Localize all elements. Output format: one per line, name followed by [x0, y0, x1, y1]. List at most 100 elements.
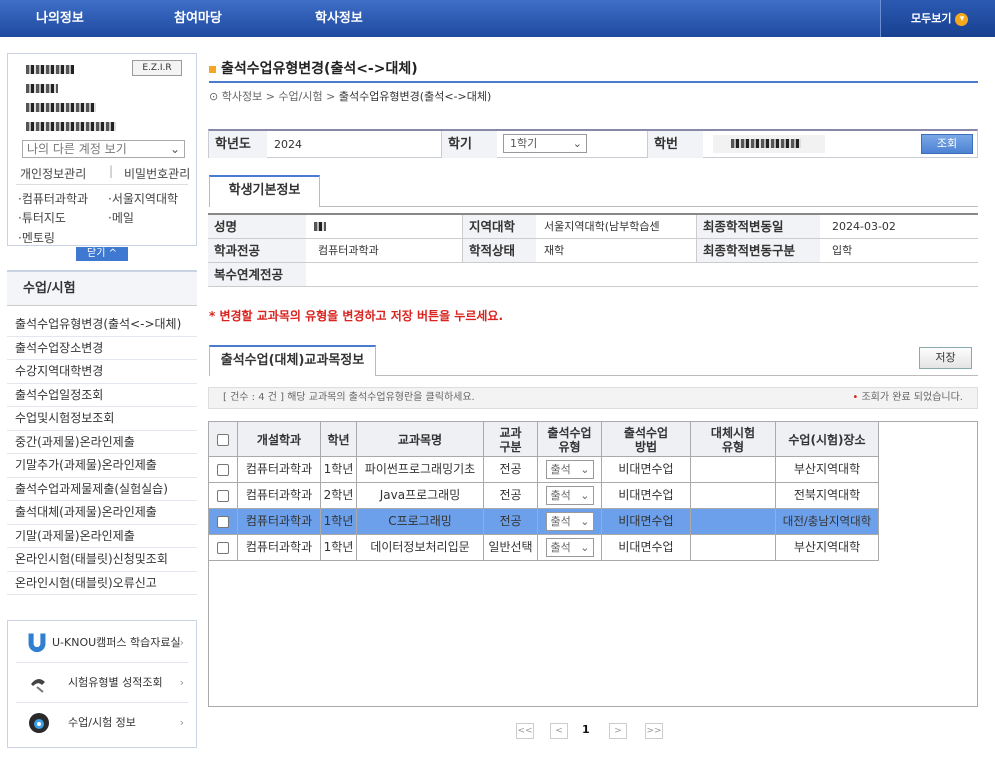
cell-place: 부산지역대학: [776, 457, 879, 482]
region-link[interactable]: ·서울지역대학: [108, 190, 178, 207]
cell-method: 비대면수업: [602, 535, 691, 560]
term-label: 학기: [441, 131, 497, 158]
tab-baseline: [320, 206, 978, 207]
crumb-sep: >: [326, 90, 336, 103]
last-change-type-label: 최종학적변동구분: [696, 239, 820, 262]
chevron-right-icon: ›: [179, 636, 184, 649]
row-checkbox[interactable]: [217, 489, 229, 502]
mail-link[interactable]: ·메일: [108, 209, 134, 226]
col-type: 출석수업 유형: [538, 422, 602, 457]
close-profile-button[interactable]: 닫기 ^: [76, 247, 128, 261]
quick-link-knou[interactable]: U-KNOU캠퍼스 학습자료실 ›: [16, 623, 188, 663]
info-row: 복수연계전공: [208, 263, 978, 287]
title-underline: [209, 81, 978, 83]
row-checkbox-cell: [209, 509, 238, 534]
cell-grade: 1학년: [321, 457, 357, 482]
mentoring-link[interactable]: ·멘토링: [18, 229, 55, 246]
pager-prev[interactable]: <: [550, 723, 568, 739]
name-value-blurred: [314, 215, 444, 238]
col-category: 교과 구분: [484, 422, 538, 457]
notice-text: * 변경할 교과목의 유형을 변경하고 저장 버튼을 누르세요.: [209, 309, 504, 323]
sidebar-item[interactable]: 수강지역대학변경: [7, 360, 197, 384]
sidebar-item[interactable]: 출석대체(과제물)온라인제출: [7, 501, 197, 525]
tab-student-info[interactable]: 학생기본정보: [209, 175, 320, 207]
col-method: 출석수업 방법: [602, 422, 691, 457]
type-select[interactable]: 출석 ⌄: [545, 460, 594, 479]
table-row[interactable]: 컴퓨터과학과 1학년 파이썬프로그래밍기초 전공 출석 ⌄ 비대면수업 부산지역대…: [209, 457, 879, 483]
password-link[interactable]: 비밀번호관리: [124, 165, 190, 182]
major-value: 컴퓨터과학과: [318, 244, 379, 257]
cell-type: 출석 ⌄: [538, 457, 602, 482]
quick-link-label: U-KNOU캠퍼스 학습자료실: [52, 636, 181, 649]
quick-link-grades[interactable]: 시험유형별 성적조회 ›: [16, 663, 188, 703]
cell-grade: 2학년: [321, 483, 357, 508]
cell-dept: 컴퓨터과학과: [238, 535, 321, 560]
sidebar-item[interactable]: 기말추가(과제물)온라인제출: [7, 454, 197, 478]
table-row-selected[interactable]: 컴퓨터과학과 1학년 C프로그래밍 전공 출석 ⌄ 비대면수업 대전/충남지역대학: [209, 509, 879, 535]
sidebar-item[interactable]: 수업및시험정보조회: [7, 407, 197, 431]
row-checkbox[interactable]: [217, 515, 229, 528]
nav-participation[interactable]: 참여마당: [174, 0, 222, 37]
search-button[interactable]: 조회: [921, 134, 973, 154]
pager-current[interactable]: 1: [582, 723, 590, 736]
row-checkbox[interactable]: [217, 541, 229, 554]
table-row[interactable]: 컴퓨터과학과 1학년 데이터정보처리입문 일반선택 출석 ⌄ 비대면수업 부산지역…: [209, 535, 879, 561]
pager-next[interactable]: >: [609, 723, 627, 739]
save-button[interactable]: 저장: [919, 347, 972, 369]
cell-category: 일반선택: [484, 535, 538, 560]
status-label: 학적상태: [462, 239, 536, 262]
sidebar-item[interactable]: 출석수업일정조회: [7, 384, 197, 407]
cell-course: 파이썬프로그래밍기초: [357, 457, 484, 482]
row-checkbox-cell: [209, 457, 238, 482]
chevron-down-icon: ⌄: [580, 463, 590, 476]
sidebar-item[interactable]: 출석수업과제물제출(실험실습): [7, 478, 197, 501]
row-checkbox-cell: [209, 535, 238, 560]
other-account-label: 나의 다른 계정 보기: [27, 142, 127, 156]
profile-line-blurred: [26, 121, 116, 134]
col-dept: 개설학과: [238, 422, 321, 457]
home-icon: ⊙: [209, 90, 222, 103]
crumb-home[interactable]: 학사정보: [222, 90, 262, 103]
view-all-button[interactable]: 모두보기 ▾: [880, 0, 995, 37]
search-form: 학년도 2024 학기 1학기 ⌄ 학번 조회: [208, 129, 978, 158]
sidebar-item[interactable]: 온라인시험(태블릿)오류신고: [7, 572, 197, 595]
type-select[interactable]: 출석 ⌄: [545, 538, 594, 557]
tab-course-info[interactable]: 출석수업(대체)교과목정보: [209, 345, 376, 376]
tutor-link[interactable]: ·튜터지도: [18, 209, 66, 226]
cell-alt-exam: [691, 483, 776, 508]
cell-type: 출석 ⌄: [538, 483, 602, 508]
pager-first[interactable]: <<: [516, 723, 534, 739]
row-checkbox[interactable]: [217, 463, 229, 476]
table-row[interactable]: 컴퓨터과학과 2학년 Java프로그래밍 전공 출석 ⌄ 비대면수업 전북지역대학: [209, 483, 879, 509]
quick-link-exam-info[interactable]: 수업/시험 정보 ›: [16, 703, 188, 743]
nav-my-info[interactable]: 나의정보: [36, 0, 84, 37]
headset-icon: [29, 713, 49, 733]
region-label: 지역대학: [462, 215, 536, 238]
pager-last[interactable]: >>: [645, 723, 663, 739]
sidebar-item[interactable]: 기말(과제물)온라인제출: [7, 525, 197, 548]
cell-category: 전공: [484, 457, 538, 482]
sidebar-item[interactable]: 중간(과제물)온라인제출: [7, 431, 197, 454]
type-select[interactable]: 출석 ⌄: [545, 486, 594, 505]
crumb-mid[interactable]: 수업/시험: [278, 90, 322, 103]
sidebar-item[interactable]: 온라인시험(태블릿)신청및조회: [7, 548, 197, 572]
last-change-date: 2024-03-02: [832, 220, 896, 233]
personal-info-link[interactable]: 개인정보관리: [20, 165, 86, 182]
cell-category: 전공: [484, 509, 538, 534]
select-all-checkbox[interactable]: [217, 433, 229, 446]
cell-category: 전공: [484, 483, 538, 508]
dept-link[interactable]: ·컴퓨터과학과: [18, 190, 88, 207]
sidebar-item[interactable]: 출석수업장소변경: [7, 337, 197, 360]
count-bar: [ 건수 : 4 건 ] 해당 교과목의 출석수업유형란을 클릭하세요. • 조…: [208, 387, 978, 409]
crumb-sep: >: [265, 90, 275, 103]
link-separator: |: [109, 164, 114, 178]
type-value: 출석: [550, 463, 571, 476]
nav-academic-info[interactable]: 학사정보: [315, 0, 363, 37]
page-title-text: 출석수업유형변경(출석<->대체): [221, 61, 418, 77]
other-account-select[interactable]: 나의 다른 계정 보기 ⌄: [22, 140, 185, 158]
type-select[interactable]: 출석 ⌄: [545, 512, 594, 531]
cell-type: 출석 ⌄: [538, 535, 602, 560]
cell-course: Java프로그래밍: [357, 483, 484, 508]
sidebar-item[interactable]: 출석수업유형변경(출석<->대체): [7, 313, 197, 337]
term-select[interactable]: 1학기 ⌄: [503, 134, 587, 153]
